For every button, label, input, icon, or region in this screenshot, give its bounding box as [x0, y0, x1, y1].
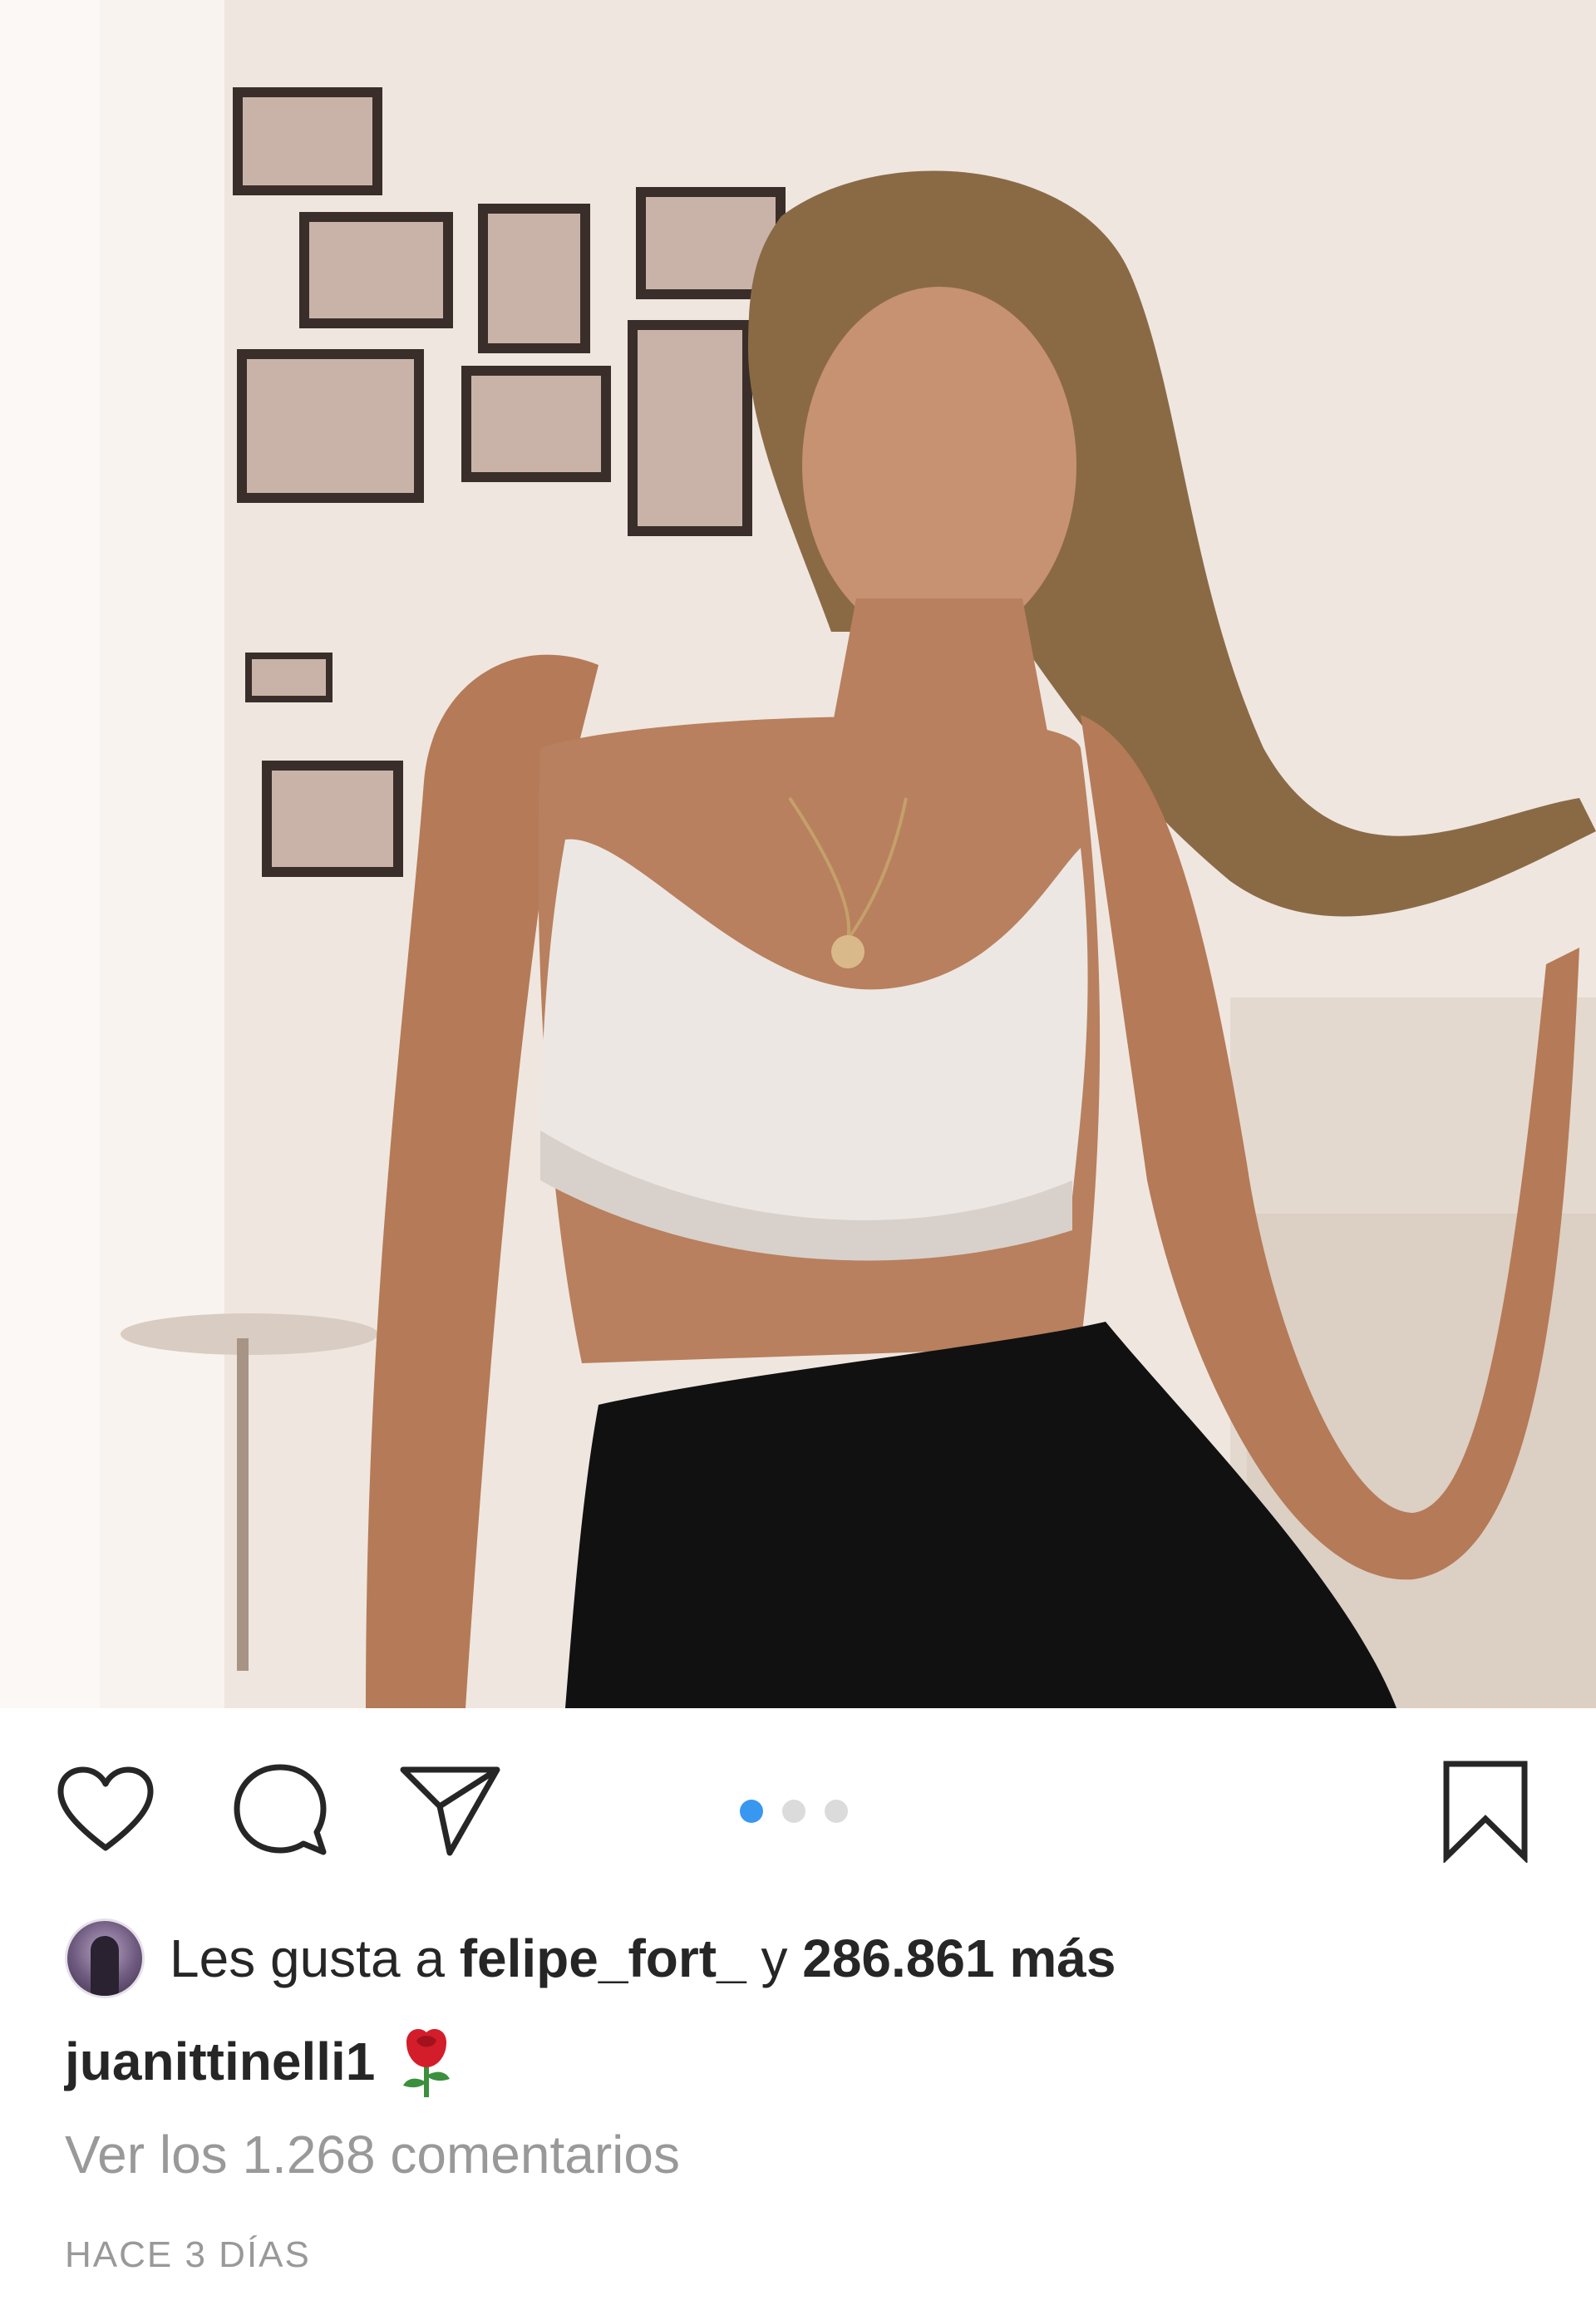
post-photo-illustration — [0, 0, 1596, 1708]
carousel-indicator — [740, 1800, 848, 1823]
carousel-dot — [825, 1800, 848, 1823]
comment-button[interactable] — [226, 1756, 334, 1864]
carousel-dot — [782, 1800, 805, 1823]
save-button[interactable] — [1431, 1756, 1539, 1864]
avatar-figure — [91, 1936, 119, 1996]
likes-count-link[interactable]: 286.861 más — [802, 1928, 1116, 1989]
bookmark-icon — [1443, 1761, 1528, 1863]
carousel-dot-active — [740, 1800, 763, 1823]
likes-summary: Les gusta a felipe_fort_ y 286.861 más — [65, 1918, 1116, 1998]
heart-icon — [57, 1766, 154, 1851]
avatar[interactable] — [65, 1918, 145, 1998]
post-action-bar — [0, 1708, 1596, 1908]
share-button[interactable] — [396, 1756, 504, 1864]
rose-emoji-icon — [403, 2029, 451, 2097]
paper-plane-icon — [400, 1766, 500, 1855]
view-all-comments-link[interactable]: Ver los 1.268 comentarios — [65, 2124, 680, 2185]
caption-username-link[interactable]: juanittinelli1 — [65, 2031, 375, 2092]
comment-bubble-icon — [234, 1764, 327, 1855]
liked-by-username-link[interactable]: felipe_fort_ — [460, 1928, 746, 1989]
like-button[interactable] — [52, 1756, 160, 1864]
likes-prefix: Les gusta a — [170, 1928, 445, 1988]
post-caption: juanittinelli1 — [65, 2020, 458, 2103]
likes-separator: y — [761, 1928, 788, 1988]
post-timestamp: HACE 3 DÍAS — [65, 2234, 311, 2275]
post-photo[interactable] — [0, 0, 1596, 1708]
